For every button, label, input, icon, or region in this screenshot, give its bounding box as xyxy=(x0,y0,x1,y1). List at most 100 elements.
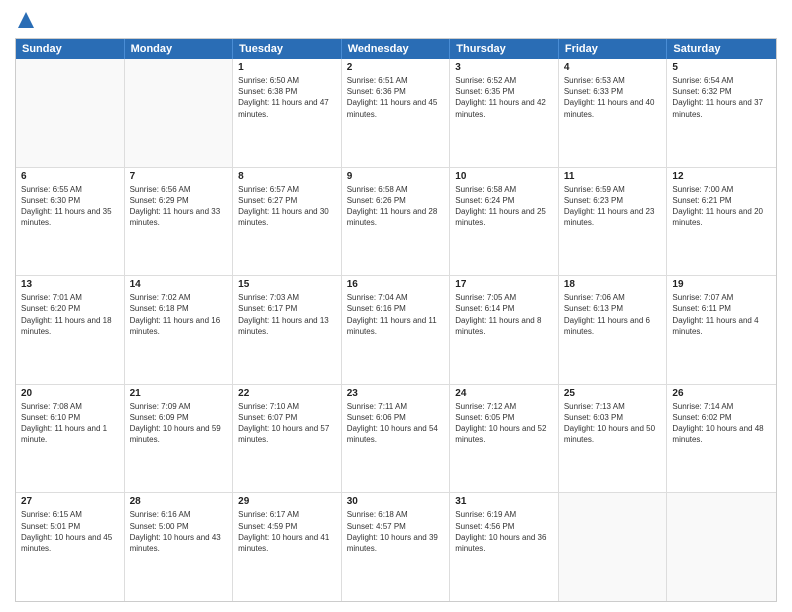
cell-info: Sunrise: 6:54 AM Sunset: 6:32 PM Dayligh… xyxy=(672,75,771,120)
calendar-cell: 3 Sunrise: 6:52 AM Sunset: 6:35 PM Daylig… xyxy=(450,59,559,167)
cell-info: Sunrise: 6:17 AM Sunset: 4:59 PM Dayligh… xyxy=(238,509,336,554)
cell-info: Sunrise: 7:14 AM Sunset: 6:02 PM Dayligh… xyxy=(672,401,771,446)
day-number: 7 xyxy=(130,171,228,182)
cell-info: Sunrise: 6:52 AM Sunset: 6:35 PM Dayligh… xyxy=(455,75,553,120)
day-header-thursday: Thursday xyxy=(450,39,559,59)
calendar-row-1: 6 Sunrise: 6:55 AM Sunset: 6:30 PM Daylig… xyxy=(16,168,776,277)
cell-info: Sunrise: 6:58 AM Sunset: 6:24 PM Dayligh… xyxy=(455,184,553,229)
calendar-cell: 18 Sunrise: 7:06 AM Sunset: 6:13 PM Dayli… xyxy=(559,276,668,384)
calendar-cell: 21 Sunrise: 7:09 AM Sunset: 6:09 PM Dayli… xyxy=(125,385,234,493)
cell-info: Sunrise: 7:08 AM Sunset: 6:10 PM Dayligh… xyxy=(21,401,119,446)
cell-info: Sunrise: 7:05 AM Sunset: 6:14 PM Dayligh… xyxy=(455,292,553,337)
cell-info: Sunrise: 7:12 AM Sunset: 6:05 PM Dayligh… xyxy=(455,401,553,446)
calendar-cell: 15 Sunrise: 7:03 AM Sunset: 6:17 PM Dayli… xyxy=(233,276,342,384)
calendar-row-4: 27 Sunrise: 6:15 AM Sunset: 5:01 PM Dayli… xyxy=(16,493,776,601)
cell-info: Sunrise: 6:55 AM Sunset: 6:30 PM Dayligh… xyxy=(21,184,119,229)
calendar-cell: 14 Sunrise: 7:02 AM Sunset: 6:18 PM Dayli… xyxy=(125,276,234,384)
calendar-cell: 1 Sunrise: 6:50 AM Sunset: 6:38 PM Daylig… xyxy=(233,59,342,167)
calendar-cell xyxy=(16,59,125,167)
day-number: 30 xyxy=(347,496,445,507)
cell-info: Sunrise: 6:50 AM Sunset: 6:38 PM Dayligh… xyxy=(238,75,336,120)
calendar-cell: 6 Sunrise: 6:55 AM Sunset: 6:30 PM Daylig… xyxy=(16,168,125,276)
day-number: 24 xyxy=(455,388,553,399)
header xyxy=(15,10,777,30)
cell-info: Sunrise: 7:01 AM Sunset: 6:20 PM Dayligh… xyxy=(21,292,119,337)
calendar-cell xyxy=(559,493,668,601)
day-header-monday: Monday xyxy=(125,39,234,59)
calendar-cell: 5 Sunrise: 6:54 AM Sunset: 6:32 PM Daylig… xyxy=(667,59,776,167)
day-number: 21 xyxy=(130,388,228,399)
day-number: 12 xyxy=(672,171,771,182)
cell-info: Sunrise: 7:03 AM Sunset: 6:17 PM Dayligh… xyxy=(238,292,336,337)
cell-info: Sunrise: 6:18 AM Sunset: 4:57 PM Dayligh… xyxy=(347,509,445,554)
calendar-cell: 19 Sunrise: 7:07 AM Sunset: 6:11 PM Dayli… xyxy=(667,276,776,384)
day-number: 25 xyxy=(564,388,662,399)
day-number: 9 xyxy=(347,171,445,182)
calendar-cell: 24 Sunrise: 7:12 AM Sunset: 6:05 PM Dayli… xyxy=(450,385,559,493)
logo-icon xyxy=(16,10,36,30)
day-number: 1 xyxy=(238,62,336,73)
day-number: 22 xyxy=(238,388,336,399)
day-number: 3 xyxy=(455,62,553,73)
calendar-cell: 16 Sunrise: 7:04 AM Sunset: 6:16 PM Dayli… xyxy=(342,276,451,384)
cell-info: Sunrise: 7:09 AM Sunset: 6:09 PM Dayligh… xyxy=(130,401,228,446)
calendar-cell: 22 Sunrise: 7:10 AM Sunset: 6:07 PM Dayli… xyxy=(233,385,342,493)
calendar-cell: 17 Sunrise: 7:05 AM Sunset: 6:14 PM Dayli… xyxy=(450,276,559,384)
cell-info: Sunrise: 7:13 AM Sunset: 6:03 PM Dayligh… xyxy=(564,401,662,446)
calendar-cell: 9 Sunrise: 6:58 AM Sunset: 6:26 PM Daylig… xyxy=(342,168,451,276)
cell-info: Sunrise: 7:06 AM Sunset: 6:13 PM Dayligh… xyxy=(564,292,662,337)
calendar-cell: 10 Sunrise: 6:58 AM Sunset: 6:24 PM Dayli… xyxy=(450,168,559,276)
cell-info: Sunrise: 7:10 AM Sunset: 6:07 PM Dayligh… xyxy=(238,401,336,446)
day-header-tuesday: Tuesday xyxy=(233,39,342,59)
calendar-cell: 2Sunrise: 6:51 AM Sunset: 6:36 PM Daylig… xyxy=(342,59,451,167)
day-number: 6 xyxy=(21,171,119,182)
cell-info: Sunrise: 7:02 AM Sunset: 6:18 PM Dayligh… xyxy=(130,292,228,337)
cell-info: Sunrise: 6:19 AM Sunset: 4:56 PM Dayligh… xyxy=(455,509,553,554)
day-number: 5 xyxy=(672,62,771,73)
calendar-body: 1 Sunrise: 6:50 AM Sunset: 6:38 PM Daylig… xyxy=(16,59,776,601)
day-number: 10 xyxy=(455,171,553,182)
cell-info: Sunrise: 6:59 AM Sunset: 6:23 PM Dayligh… xyxy=(564,184,662,229)
calendar-cell: 7 Sunrise: 6:56 AM Sunset: 6:29 PM Daylig… xyxy=(125,168,234,276)
calendar-row-3: 20 Sunrise: 7:08 AM Sunset: 6:10 PM Dayli… xyxy=(16,385,776,494)
cell-info: Sunrise: 7:04 AM Sunset: 6:16 PM Dayligh… xyxy=(347,292,445,337)
calendar-cell: 23Sunrise: 7:11 AM Sunset: 6:06 PM Dayli… xyxy=(342,385,451,493)
calendar-cell: 11Sunrise: 6:59 AM Sunset: 6:23 PM Dayli… xyxy=(559,168,668,276)
calendar-cell: 13Sunrise: 7:01 AM Sunset: 6:20 PM Dayli… xyxy=(16,276,125,384)
cell-info: Sunrise: 6:58 AM Sunset: 6:26 PM Dayligh… xyxy=(347,184,445,229)
calendar-row-0: 1 Sunrise: 6:50 AM Sunset: 6:38 PM Daylig… xyxy=(16,59,776,168)
cell-info: Sunrise: 6:56 AM Sunset: 6:29 PM Dayligh… xyxy=(130,184,228,229)
calendar-cell: 26Sunrise: 7:14 AM Sunset: 6:02 PM Dayli… xyxy=(667,385,776,493)
calendar-cell xyxy=(125,59,234,167)
cell-info: Sunrise: 7:11 AM Sunset: 6:06 PM Dayligh… xyxy=(347,401,445,446)
cell-info: Sunrise: 7:07 AM Sunset: 6:11 PM Dayligh… xyxy=(672,292,771,337)
day-number: 8 xyxy=(238,171,336,182)
calendar-cell: 29 Sunrise: 6:17 AM Sunset: 4:59 PM Dayli… xyxy=(233,493,342,601)
calendar-cell: 28 Sunrise: 6:16 AM Sunset: 5:00 PM Dayli… xyxy=(125,493,234,601)
cell-info: Sunrise: 6:15 AM Sunset: 5:01 PM Dayligh… xyxy=(21,509,119,554)
day-number: 27 xyxy=(21,496,119,507)
day-number: 18 xyxy=(564,279,662,290)
cell-info: Sunrise: 6:16 AM Sunset: 5:00 PM Dayligh… xyxy=(130,509,228,554)
day-number: 28 xyxy=(130,496,228,507)
day-number: 16 xyxy=(347,279,445,290)
day-number: 15 xyxy=(238,279,336,290)
day-header-saturday: Saturday xyxy=(667,39,776,59)
day-number: 4 xyxy=(564,62,662,73)
day-number: 14 xyxy=(130,279,228,290)
day-number: 20 xyxy=(21,388,119,399)
calendar-cell: 25 Sunrise: 7:13 AM Sunset: 6:03 PM Dayli… xyxy=(559,385,668,493)
day-number: 29 xyxy=(238,496,336,507)
day-number: 17 xyxy=(455,279,553,290)
calendar-cell: 20 Sunrise: 7:08 AM Sunset: 6:10 PM Dayli… xyxy=(16,385,125,493)
calendar-cell: 30 Sunrise: 6:18 AM Sunset: 4:57 PM Dayli… xyxy=(342,493,451,601)
day-header-friday: Friday xyxy=(559,39,668,59)
cell-info: Sunrise: 6:51 AM Sunset: 6:36 PM Dayligh… xyxy=(347,75,445,120)
cell-info: Sunrise: 6:53 AM Sunset: 6:33 PM Dayligh… xyxy=(564,75,662,120)
cell-info: Sunrise: 7:00 AM Sunset: 6:21 PM Dayligh… xyxy=(672,184,771,229)
day-header-sunday: Sunday xyxy=(16,39,125,59)
calendar-header: SundayMondayTuesdayWednesdayThursdayFrid… xyxy=(16,39,776,59)
calendar-cell: 4 Sunrise: 6:53 AM Sunset: 6:33 PM Daylig… xyxy=(559,59,668,167)
calendar-cell: 31Sunrise: 6:19 AM Sunset: 4:56 PM Dayli… xyxy=(450,493,559,601)
day-number: 19 xyxy=(672,279,771,290)
